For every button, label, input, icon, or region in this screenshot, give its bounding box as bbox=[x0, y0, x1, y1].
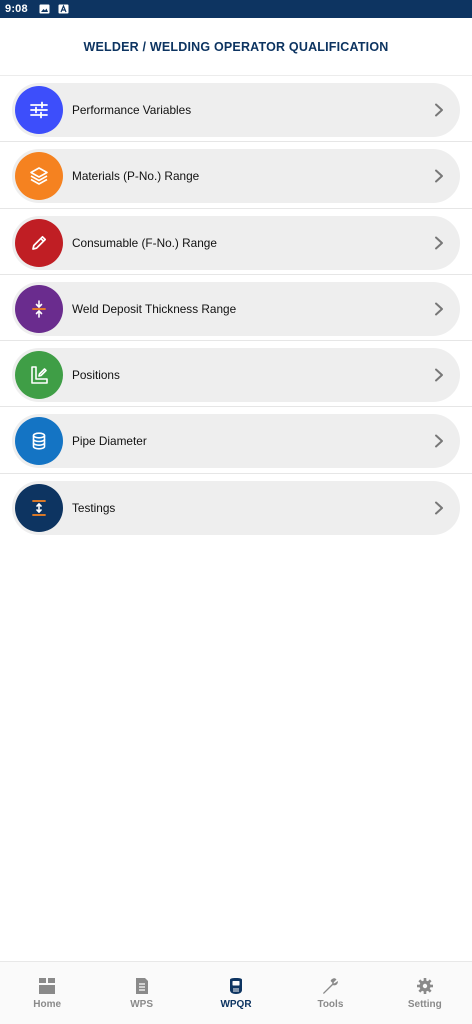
chevron-right-icon bbox=[435, 103, 443, 117]
menu-row-positions: Positions bbox=[0, 341, 472, 408]
chevron-right-icon bbox=[435, 302, 443, 316]
menu-row-consumable-range: Consumable (F-No.) Range bbox=[0, 209, 472, 275]
menu-item-label: Testings bbox=[72, 500, 116, 515]
menu-item-consumable-range[interactable]: Consumable (F-No.) Range bbox=[12, 215, 460, 270]
nav-wpqr[interactable]: WPQR bbox=[189, 962, 283, 1024]
menu-item-positions[interactable]: Positions bbox=[12, 348, 460, 403]
menu-item-materials-range[interactable]: Materials (P-No.) Range bbox=[12, 149, 460, 204]
menu-item-label: Materials (P-No.) Range bbox=[72, 169, 200, 184]
database-icon bbox=[32, 432, 46, 451]
pencil-icon bbox=[32, 235, 47, 250]
menu-item-label: Performance Variables bbox=[72, 103, 192, 117]
chevron-right-icon bbox=[435, 501, 443, 515]
nav-label: WPS bbox=[130, 998, 153, 1010]
chevron-right-icon bbox=[435, 368, 443, 382]
page-title: WELDER / WELDING OPERATOR QUALIFICATION bbox=[83, 39, 389, 54]
menu-item-label: Positions bbox=[72, 368, 120, 383]
menu-row-performance-variables: Performance Variables bbox=[0, 76, 472, 143]
item-icon-badge bbox=[15, 417, 63, 466]
bottom-navigation: Home WPS WPQR Tools Setting bbox=[0, 961, 472, 1024]
home-icon bbox=[39, 977, 56, 994]
status-time: 9:08 bbox=[5, 3, 28, 15]
menu-item-performance-variables[interactable]: Performance Variables bbox=[12, 83, 460, 137]
menu-item-testings[interactable]: Testings bbox=[12, 480, 460, 535]
wrench-icon bbox=[323, 977, 339, 994]
nav-setting[interactable]: Setting bbox=[378, 962, 472, 1024]
gear-icon bbox=[416, 977, 433, 994]
sliders-icon bbox=[30, 101, 48, 119]
menu-row-weld-deposit-thickness: Weld Deposit Thickness Range bbox=[0, 275, 472, 342]
font-icon bbox=[58, 4, 69, 14]
item-icon-badge bbox=[15, 152, 63, 201]
nav-home[interactable]: Home bbox=[0, 962, 94, 1024]
height-icon bbox=[32, 499, 46, 516]
menu-item-label: Consumable (F-No.) Range bbox=[72, 235, 217, 250]
chevron-right-icon bbox=[435, 236, 443, 250]
menu-row-materials-range: Materials (P-No.) Range bbox=[0, 142, 472, 209]
nav-label: Setting bbox=[407, 998, 442, 1010]
menu-item-label: Pipe Diameter bbox=[72, 434, 147, 449]
app-header: WELDER / WELDING OPERATOR QUALIFICATION bbox=[0, 18, 472, 76]
item-icon-badge bbox=[15, 86, 63, 134]
welding-mask-icon bbox=[230, 977, 243, 994]
menu-item-pipe-diameter[interactable]: Pipe Diameter bbox=[12, 414, 460, 469]
nav-label: Tools bbox=[317, 998, 344, 1010]
nav-label: WPQR bbox=[220, 998, 252, 1010]
menu-row-pipe-diameter: Pipe Diameter bbox=[0, 407, 472, 474]
item-icon-badge bbox=[15, 284, 63, 333]
image-icon bbox=[39, 4, 50, 14]
menu-item-label: Weld Deposit Thickness Range bbox=[72, 301, 237, 316]
nav-label: Home bbox=[33, 998, 62, 1010]
chevron-right-icon bbox=[435, 169, 443, 183]
status-bar: 9:08 bbox=[0, 0, 472, 18]
document-icon bbox=[135, 977, 148, 994]
layers-icon bbox=[30, 167, 48, 186]
item-icon-badge bbox=[15, 483, 63, 532]
menu-row-testings: Testings bbox=[0, 474, 472, 540]
item-icon-badge bbox=[15, 351, 63, 400]
compress-icon bbox=[32, 300, 46, 318]
angle-edit-icon bbox=[31, 366, 48, 384]
nav-tools[interactable]: Tools bbox=[283, 962, 377, 1024]
chevron-right-icon bbox=[435, 434, 443, 448]
nav-wps[interactable]: WPS bbox=[94, 962, 188, 1024]
item-icon-badge bbox=[15, 218, 63, 267]
menu-list: Performance Variables Materials (P-No.) … bbox=[0, 76, 472, 540]
menu-item-weld-deposit-thickness[interactable]: Weld Deposit Thickness Range bbox=[12, 281, 460, 336]
